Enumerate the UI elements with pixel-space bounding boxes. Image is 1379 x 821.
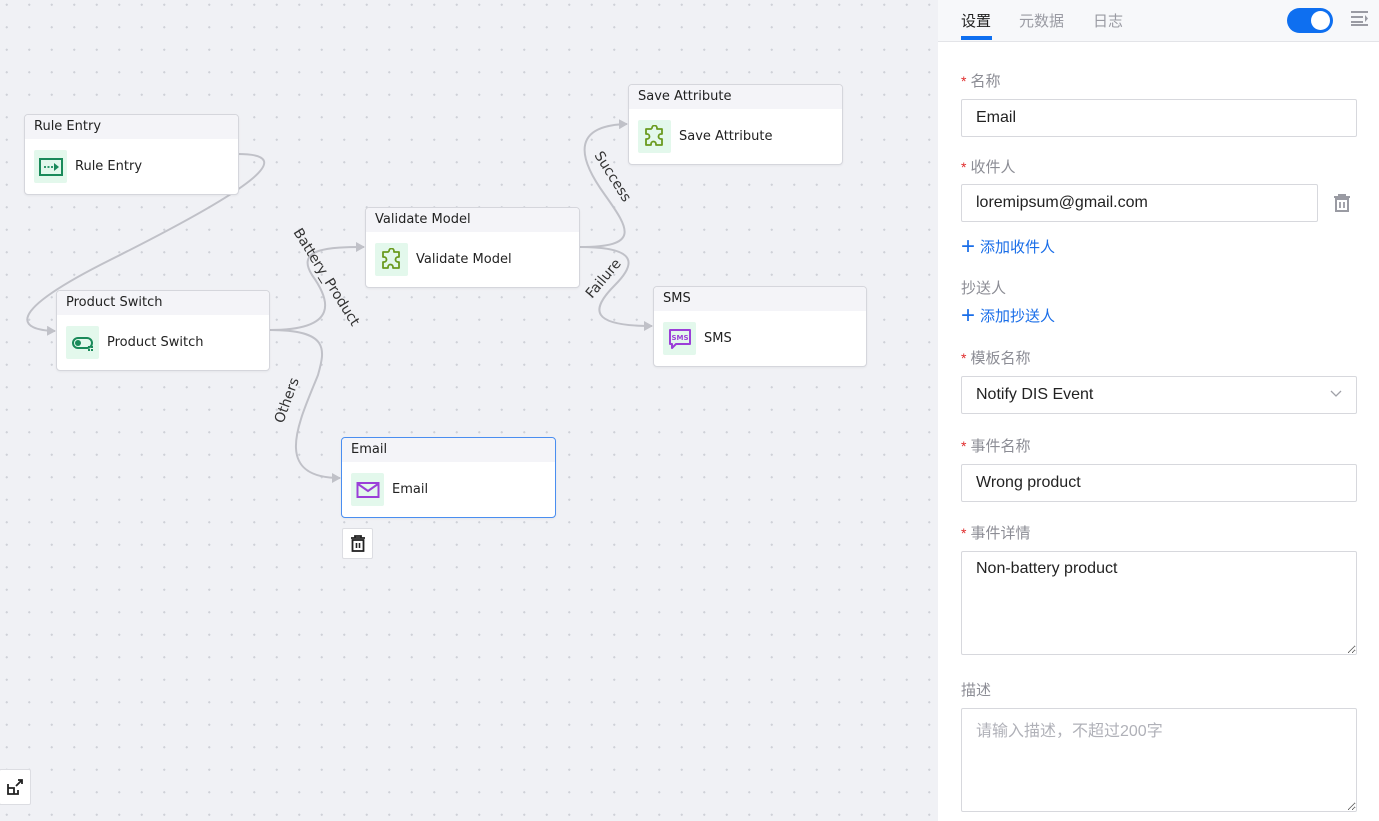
node-product-switch[interactable]: Product Switch Product Switch — [56, 290, 270, 371]
template-label: * 模板名称 — [961, 350, 1031, 367]
template-select[interactable]: Notify DIS Event — [961, 376, 1357, 414]
edge-product-switch-to-validate-model[interactable] — [269, 242, 365, 331]
node-title: Product Switch — [57, 291, 269, 315]
edge-label-battery-product: Battery_Product — [290, 226, 363, 330]
delete-node-button[interactable] — [342, 528, 373, 559]
event-detail-textarea[interactable]: Non-battery product — [961, 551, 1357, 655]
mail-icon — [351, 473, 384, 506]
node-label: Save Attribute — [679, 129, 773, 144]
flow-canvas[interactable]: Battery_Product Others Success Failure R… — [0, 0, 938, 821]
puzzle-icon — [375, 243, 408, 276]
toggle-knob — [1311, 11, 1330, 30]
plus-icon: + — [961, 301, 976, 329]
recipient-input[interactable] — [961, 184, 1318, 222]
plus-icon: + — [961, 232, 976, 260]
enable-toggle[interactable] — [1287, 8, 1333, 33]
recipient-label: * 收件人 — [961, 159, 1016, 176]
switch-icon — [66, 326, 99, 359]
node-rule-entry[interactable]: Rule Entry Rule Entry — [24, 114, 239, 195]
svg-text:SMS: SMS — [671, 334, 688, 342]
edge-label-others: Others — [272, 376, 303, 426]
node-title: Rule Entry — [25, 115, 238, 139]
sms-icon: SMS — [663, 322, 696, 355]
delete-recipient-icon[interactable] — [1333, 194, 1351, 212]
node-title: Save Attribute — [629, 85, 842, 109]
tab-settings[interactable]: 设置 — [961, 10, 991, 31]
tab-metadata[interactable]: 元数据 — [1019, 10, 1064, 31]
rule-entry-icon — [34, 150, 67, 183]
node-label: Rule Entry — [75, 159, 143, 174]
properties-panel: 设置 元数据 日志 *名称 *收件人 +添加收件人 抄送人 +添加抄送人 *模板… — [938, 0, 1379, 821]
node-label: Email — [392, 482, 429, 497]
node-email[interactable]: Email Email — [341, 437, 556, 518]
name-input[interactable] — [961, 99, 1357, 137]
edge-validate-model-to-save-attribute[interactable] — [579, 119, 628, 248]
node-validate-model[interactable]: Validate Model Validate Model — [365, 207, 580, 288]
expand-icon — [7, 779, 23, 795]
tab-logs[interactable]: 日志 — [1093, 10, 1123, 31]
event-name-label: * 事件名称 — [961, 438, 1031, 455]
event-name-input[interactable] — [961, 464, 1357, 502]
cc-label: 抄送人 — [961, 280, 1007, 297]
chevron-down-icon — [1330, 390, 1342, 397]
add-cc-link[interactable]: + 添加抄送人 — [961, 301, 1055, 329]
edge-product-switch-to-email[interactable] — [269, 329, 341, 483]
description-label: 描述 — [961, 682, 992, 699]
node-title: Validate Model — [366, 208, 579, 232]
event-detail-label: * 事件详情 — [961, 525, 1031, 542]
fit-view-button[interactable] — [0, 769, 31, 805]
node-sms[interactable]: SMS SMS SMS — [653, 286, 867, 367]
node-label: Product Switch — [107, 335, 204, 350]
edge-validate-model-to-sms[interactable] — [579, 246, 653, 331]
node-label: Validate Model — [416, 252, 512, 267]
add-recipient-link[interactable]: + 添加收件人 — [961, 232, 1055, 260]
name-label: * 名称 — [961, 73, 1001, 90]
puzzle-icon — [638, 120, 671, 153]
active-tab-indicator — [961, 36, 992, 40]
node-label: SMS — [704, 331, 732, 346]
node-save-attribute[interactable]: Save Attribute Save Attribute — [628, 84, 843, 165]
node-title: Email — [342, 438, 555, 462]
collapse-panel-icon[interactable] — [1350, 10, 1369, 26]
edge-label-failure: Failure — [583, 256, 625, 302]
trash-icon — [350, 535, 365, 552]
description-textarea[interactable] — [961, 708, 1357, 812]
panel-tabs: 设置 元数据 日志 — [938, 0, 1379, 42]
template-selected-value: Notify DIS Event — [976, 386, 1094, 403]
node-title: SMS — [654, 287, 866, 311]
